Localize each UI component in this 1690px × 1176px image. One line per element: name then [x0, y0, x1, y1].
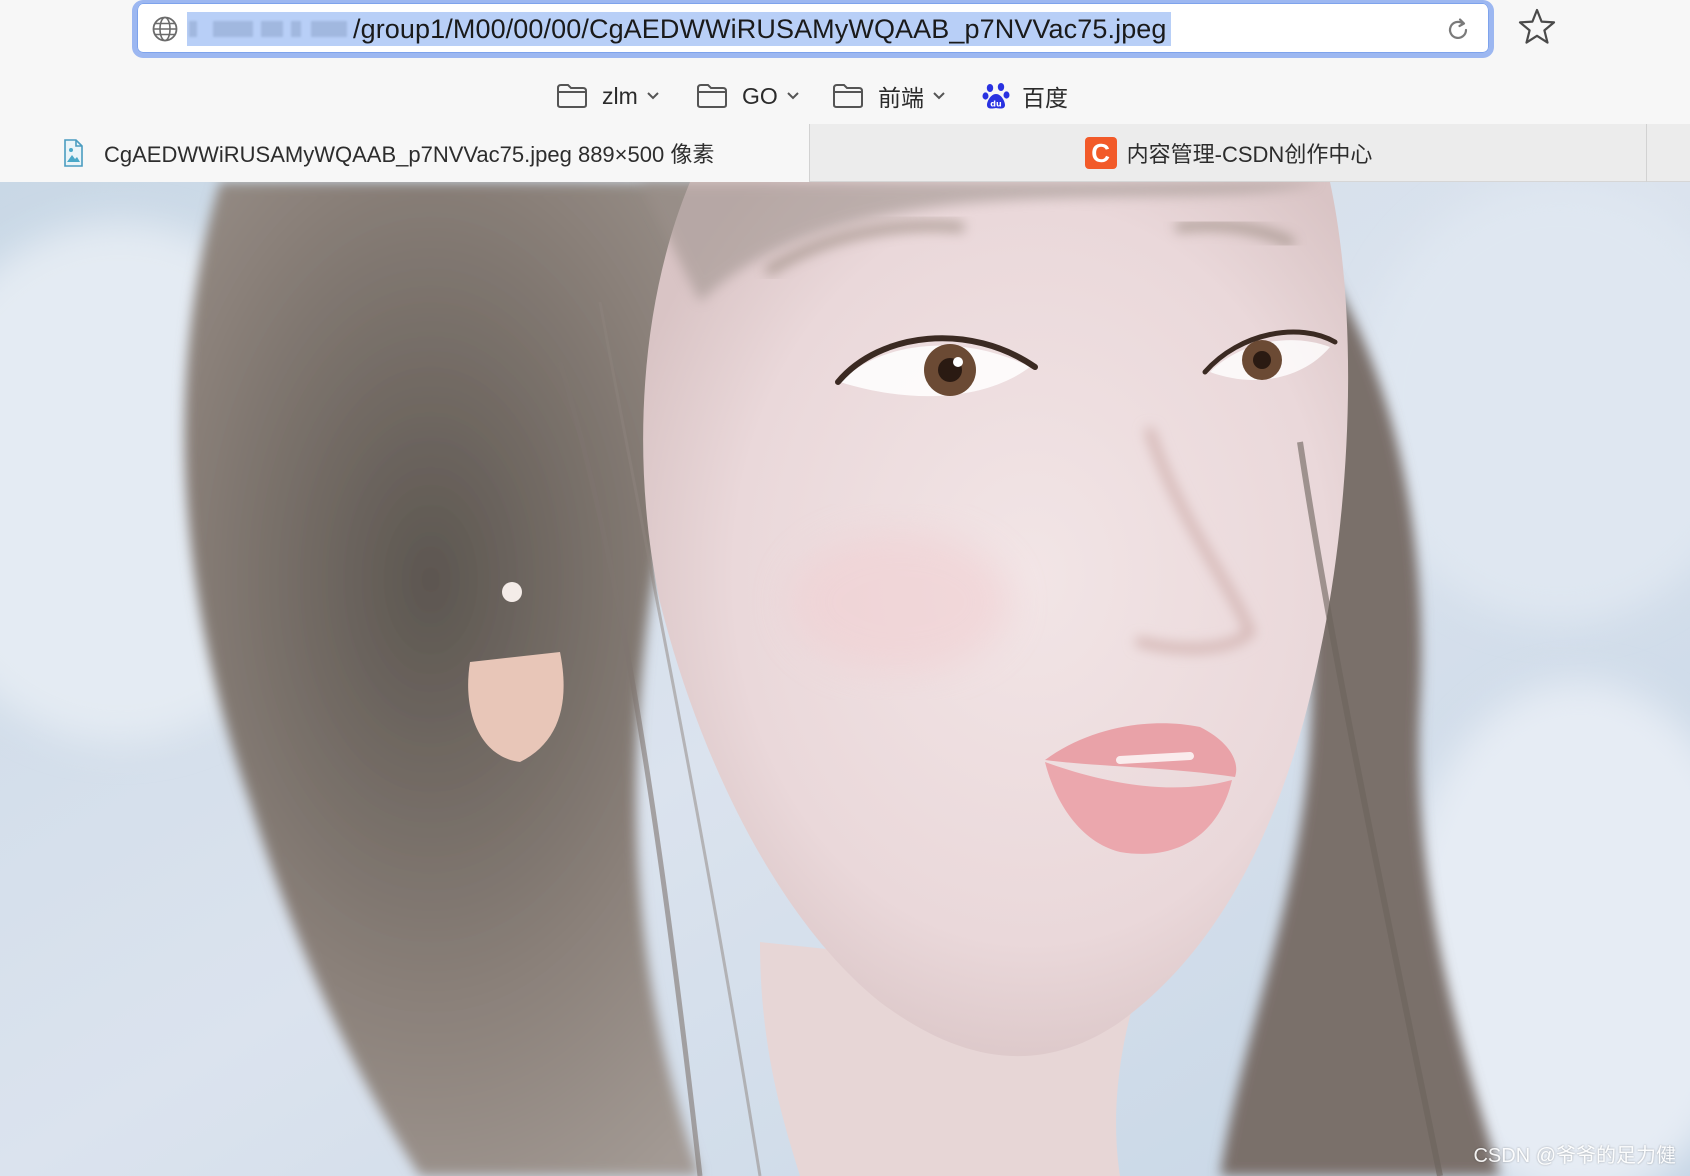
portrait-photo [0, 182, 1690, 1176]
chevron-down-icon [647, 92, 659, 100]
bookmark-label: zlm [602, 82, 638, 109]
url-path-text: /group1/M00/00/00/CgAEDWWiRUSAMyWQAAB_p7… [353, 12, 1171, 46]
bookmark-label: GO [742, 82, 778, 109]
url-host-redacted [187, 12, 353, 46]
svg-text:du: du [990, 100, 1002, 109]
folder-icon [557, 84, 587, 108]
bookmark-folder-go[interactable]: GO [696, 78, 800, 114]
bookmark-label: 百度 [1022, 85, 1068, 111]
chevron-down-icon [787, 92, 799, 100]
browser-toolbar: /group1/M00/00/00/CgAEDWWiRUSAMyWQAAB_p7… [0, 0, 1690, 64]
watermark-text: CSDN @爷爷的足力健 [1473, 1145, 1676, 1167]
tab-strip: CgAEDWWiRUSAMyWQAAB_p7NVVac75.jpeg 889×5… [0, 124, 1690, 182]
reload-icon[interactable] [1443, 15, 1473, 45]
tab-image[interactable]: CgAEDWWiRUSAMyWQAAB_p7NVVac75.jpeg 889×5… [0, 124, 810, 182]
globe-icon [152, 16, 178, 42]
bookmark-baidu[interactable]: du 百度 [982, 78, 1068, 114]
folder-icon [697, 84, 727, 108]
folder-icon [833, 84, 863, 108]
bookmark-folder-zlm[interactable]: zlm [556, 78, 660, 114]
baidu-paw-icon: du [982, 83, 1010, 109]
bookmark-star-icon[interactable] [1516, 6, 1558, 48]
csdn-logo-icon: C [1084, 137, 1117, 169]
tab-title: CgAEDWWiRUSAMyWQAAB_p7NVVac75.jpeg 889×5… [104, 142, 715, 167]
address-bar[interactable]: /group1/M00/00/00/CgAEDWWiRUSAMyWQAAB_p7… [132, 0, 1494, 58]
image-file-icon [64, 139, 83, 167]
tab-title: 内容管理-CSDN创作中心 [1126, 142, 1373, 167]
bookmark-folder-frontend[interactable]: 前端 [832, 78, 946, 114]
bookmarks-bar: zlm GO 前端 du 百度 [0, 70, 1690, 122]
bookmark-label: 前端 [878, 85, 924, 111]
tab-csdn[interactable]: C 内容管理-CSDN创作中心 [811, 124, 1647, 182]
image-viewport: CSDN @爷爷的足力健 [0, 182, 1690, 1176]
chevron-down-icon [933, 92, 945, 100]
url-field[interactable]: /group1/M00/00/00/CgAEDWWiRUSAMyWQAAB_p7… [187, 10, 1171, 48]
